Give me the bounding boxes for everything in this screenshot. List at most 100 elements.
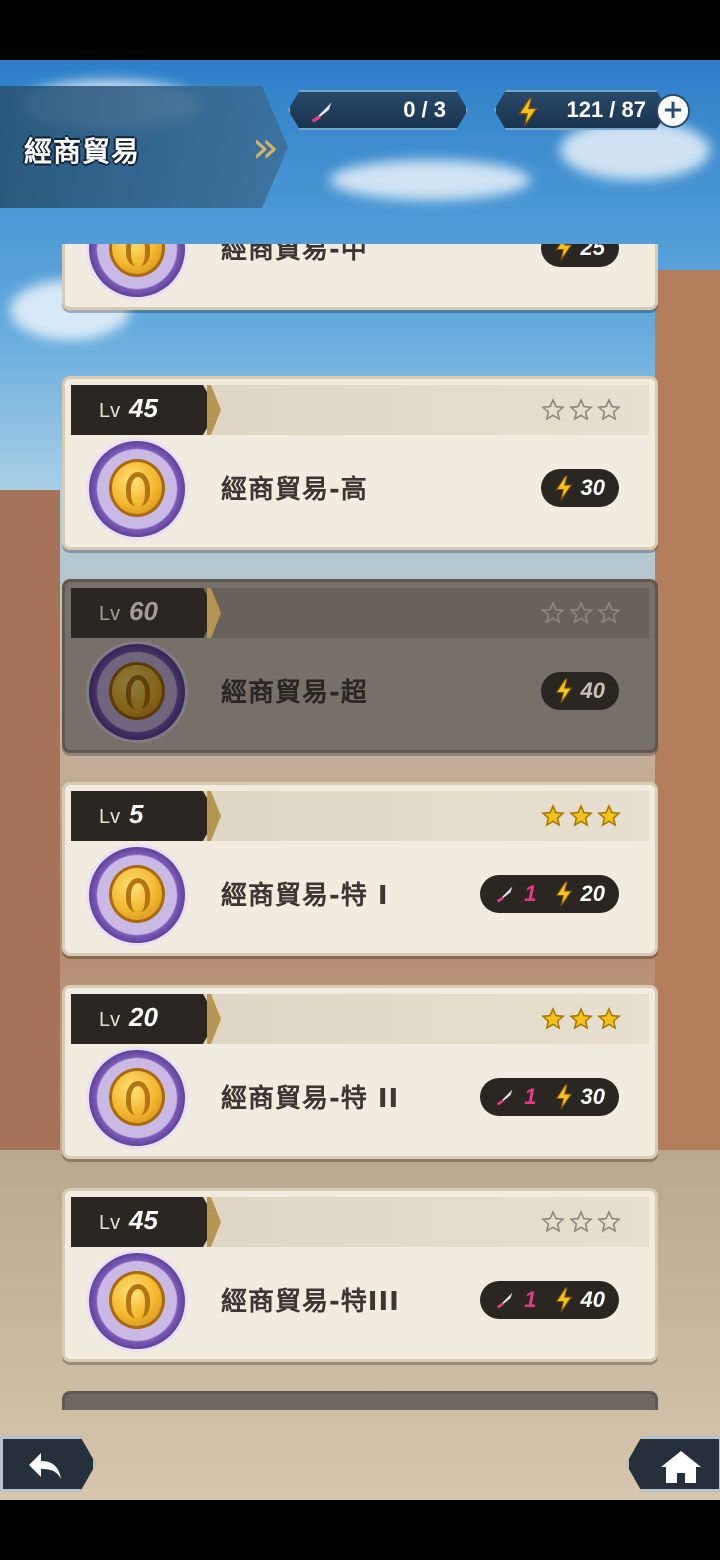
energy-cost: 25 [580, 244, 605, 260]
star-icon [597, 601, 621, 624]
stage-card[interactable]: Lv 45 經商貿易-高 30 [62, 376, 658, 550]
level-number: 60 [129, 596, 158, 626]
star-icon [541, 398, 565, 421]
card-header: Lv 5 [71, 791, 649, 841]
star-icon [541, 1210, 565, 1233]
trade-coin-icon [89, 1253, 185, 1349]
star-rating [541, 601, 621, 625]
cost-pill: 1 30 [480, 1078, 619, 1116]
energy-cost: 30 [580, 475, 605, 500]
card-header: Lv 45 [71, 1197, 649, 1247]
navigation-bar [0, 1500, 720, 1560]
level-tag: Lv 20 [71, 994, 217, 1044]
cost-pill: 30 [540, 469, 619, 507]
ticket-counter: 0 / 3 [288, 90, 468, 130]
trade-coin-icon [89, 644, 185, 740]
level-tag: Lv 60 [71, 588, 217, 638]
stage-name: 經商貿易-特 I [221, 881, 389, 911]
level-tag: Lv 45 [71, 1197, 217, 1247]
lightning-bolt-icon [554, 1287, 573, 1313]
star-icon [569, 601, 593, 624]
add-energy-button[interactable]: + [656, 94, 690, 128]
star-icon [597, 1210, 621, 1233]
stage-card[interactable]: Lv 20 經商貿易-特 II 1 30 [62, 985, 658, 1159]
card-header: Lv 20 [71, 994, 649, 1044]
feather-quill-icon [308, 98, 336, 126]
cost-pill: 25 [540, 244, 619, 267]
star-icon [569, 1210, 593, 1233]
level-tag-edge [207, 1197, 221, 1247]
cost-pill: 1 20 [480, 875, 619, 913]
level-tag: Lv 45 [71, 385, 217, 435]
level-tag: Lv 5 [71, 791, 217, 841]
star-icon [597, 398, 621, 421]
stage-name: 經商貿易-特III [221, 1287, 400, 1317]
trade-coin-icon [89, 244, 185, 297]
stage-card[interactable]: Lv 60 經商貿易-超 40 [62, 579, 658, 753]
energy-cost: 20 [580, 881, 605, 906]
status-bar [0, 0, 720, 60]
card-header: Lv 45 [71, 385, 649, 435]
lightning-bolt-icon [554, 1084, 573, 1110]
star-rating [541, 1210, 621, 1234]
level-prefix: Lv [99, 1009, 121, 1031]
cost-pill: 40 [540, 672, 619, 710]
stage-name: 經商貿易-超 [221, 678, 368, 708]
stage-name: 經商貿易-特 II [221, 1084, 400, 1114]
energy-count: 121 / 87 [566, 97, 646, 122]
star-icon [569, 804, 593, 827]
star-rating [541, 1007, 621, 1031]
ticket-count: 0 / 3 [403, 97, 446, 122]
level-prefix: Lv [99, 603, 121, 625]
star-icon [541, 601, 565, 624]
star-icon [541, 1007, 565, 1030]
feather-quill-icon [497, 886, 513, 903]
star-icon [569, 1007, 593, 1030]
level-number: 45 [129, 1205, 158, 1235]
stage-card[interactable]: 經商貿易-中 25 [62, 244, 658, 310]
star-rating [541, 398, 621, 422]
level-tag-edge [207, 994, 221, 1044]
level-prefix: Lv [99, 1212, 121, 1234]
home-button[interactable] [626, 1436, 720, 1492]
stage-name: 經商貿易-中 [221, 244, 368, 265]
level-number: 5 [129, 799, 144, 829]
stage-name: 經商貿易-高 [221, 475, 368, 505]
star-rating [541, 804, 621, 828]
level-prefix: Lv [99, 400, 121, 422]
stage-card[interactable]: Lv 5 經商貿易-特 I 1 20 [62, 782, 658, 956]
trade-coin-icon [89, 847, 185, 943]
ticket-cost: 1 [524, 881, 537, 906]
level-number: 45 [129, 393, 158, 423]
stage-card[interactable]: Lv 45 經商貿易-特III 1 40 [62, 1188, 658, 1362]
ticket-cost: 1 [524, 1084, 537, 1109]
lightning-bolt-icon [514, 98, 542, 126]
stage-list[interactable]: 經商貿易-中 25 Lv 45 經商貿易-高 30 Lv 60 經商貿易-超 40 Lv 5 經商貿易-… [0, 244, 720, 1410]
stage-card-partial[interactable] [62, 1391, 658, 1410]
card-header: Lv 60 [71, 588, 649, 638]
cost-pill: 1 40 [480, 1281, 619, 1319]
energy-cost: 40 [580, 678, 605, 703]
trade-coin-icon [89, 441, 185, 537]
level-tag-edge [207, 791, 221, 841]
ticket-cost: 1 [524, 1287, 537, 1312]
level-prefix: Lv [99, 806, 121, 828]
feather-quill-icon [497, 1292, 513, 1309]
star-icon [597, 1007, 621, 1030]
back-arrow-icon [29, 1453, 61, 1479]
lightning-bolt-icon [554, 881, 573, 907]
feather-quill-icon [497, 1089, 513, 1106]
home-icon [661, 1451, 701, 1483]
star-icon [541, 804, 565, 827]
chevron-right-icon: » [252, 122, 279, 173]
energy-cost: 40 [580, 1287, 605, 1312]
trade-coin-icon [89, 1050, 185, 1146]
page-title: 經商貿易 [24, 135, 141, 168]
star-icon [597, 804, 621, 827]
lightning-bolt-icon [554, 678, 573, 704]
star-icon [569, 398, 593, 421]
energy-cost: 30 [580, 1084, 605, 1109]
level-tag-edge [207, 385, 221, 435]
level-tag-edge [207, 588, 221, 638]
back-button[interactable] [0, 1436, 96, 1492]
